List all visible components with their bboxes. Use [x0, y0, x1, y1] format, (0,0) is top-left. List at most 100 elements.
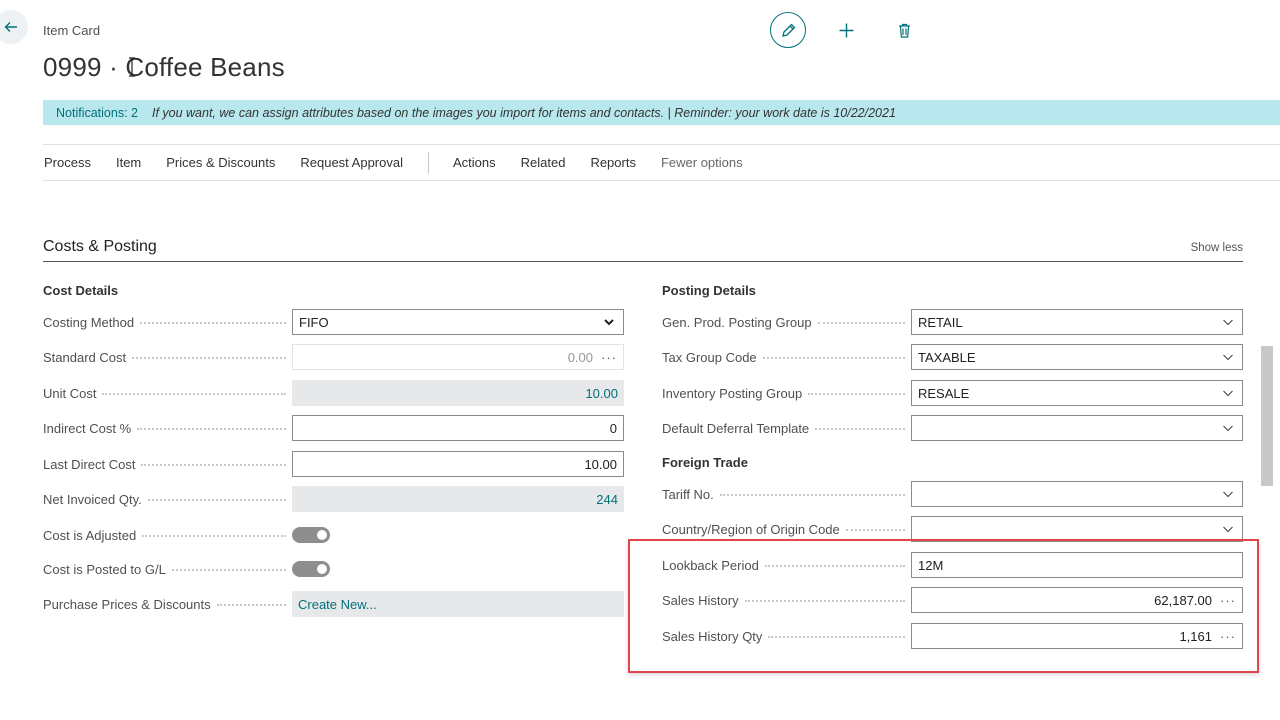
field-standard-cost: Standard Cost 0.00 ···	[43, 344, 624, 370]
page-caption: Item Card	[43, 23, 101, 38]
chevron-down-icon	[1223, 526, 1233, 533]
field-value: TAXABLE	[918, 349, 976, 365]
default-deferral-template-select[interactable]	[911, 415, 1243, 441]
delete-button[interactable]	[886, 12, 922, 48]
gen-prod-posting-group-select[interactable]: RETAIL	[911, 309, 1243, 335]
notification-count-link[interactable]: Notifications: 2	[43, 106, 152, 120]
field-label: Cost is Posted to G/L	[43, 561, 172, 577]
back-button[interactable]	[0, 10, 28, 44]
country-origin-select[interactable]	[911, 516, 1243, 542]
arrow-left-icon	[4, 22, 17, 32]
action-fewer-options[interactable]: Fewer options	[661, 155, 743, 170]
text-cursor-icon	[129, 57, 135, 77]
action-related[interactable]: Related	[521, 155, 566, 170]
field-value: 1,161	[1179, 628, 1212, 644]
field-indirect-cost: Indirect Cost % 0	[43, 415, 624, 441]
field-value: RESALE	[918, 385, 970, 401]
field-value: 0	[609, 420, 617, 436]
field-cost-is-adjusted: Cost is Adjusted	[43, 522, 330, 548]
action-actions[interactable]: Actions	[453, 155, 496, 170]
field-tariff-no: Tariff No.	[662, 481, 1243, 507]
field-label: Cost is Adjusted	[43, 527, 143, 543]
field-value: 12M	[918, 557, 944, 573]
field-purchase-prices: Purchase Prices & Discounts Create New..…	[43, 591, 624, 617]
tariff-no-select[interactable]	[911, 481, 1243, 507]
field-label: Tax Group Code	[662, 349, 763, 365]
field-value: 62,187.00	[1154, 592, 1212, 608]
action-process[interactable]: Process	[44, 155, 91, 170]
action-bar: Process Item Prices & Discounts Request …	[43, 144, 1280, 181]
chevron-down-icon	[1223, 354, 1233, 361]
last-direct-cost-input[interactable]: 10.00	[292, 451, 624, 477]
plus-icon	[839, 23, 853, 37]
field-label: Sales History Qty	[662, 628, 769, 644]
pencil-icon	[781, 23, 795, 37]
field-costing-method: Costing Method FIFO	[43, 309, 624, 335]
field-gen-prod-posting-group: Gen. Prod. Posting Group RETAIL	[662, 309, 1243, 335]
field-label: Default Deferral Template	[662, 420, 816, 436]
action-item[interactable]: Item	[116, 155, 141, 170]
sales-history-qty-input[interactable]: 1,161 ···	[911, 623, 1243, 649]
field-label: Tariff No.	[662, 486, 720, 502]
group-title-posting-details: Posting Details	[662, 283, 756, 298]
field-cost-posted-gl: Cost is Posted to G/L	[43, 556, 330, 582]
action-request-approval[interactable]: Request Approval	[300, 155, 403, 170]
action-separator	[427, 151, 429, 174]
cost-is-adjusted-toggle[interactable]	[292, 527, 330, 543]
field-label: Unit Cost	[43, 385, 103, 401]
purchase-prices-field: Create New...	[292, 591, 624, 617]
field-last-direct-cost: Last Direct Cost 10.00	[43, 451, 624, 477]
costing-method-select[interactable]: FIFO	[292, 309, 624, 335]
new-button[interactable]	[828, 12, 864, 48]
sales-history-input[interactable]: 62,187.00 ···	[911, 587, 1243, 613]
field-value[interactable]: 244	[596, 492, 618, 507]
unit-cost-value: 10.00	[292, 380, 624, 406]
inventory-posting-group-select[interactable]: RESALE	[911, 380, 1243, 406]
field-label: Country/Region of Origin Code	[662, 521, 846, 537]
net-invoiced-qty-value: 244	[292, 486, 624, 512]
chevron-down-icon	[1223, 390, 1233, 397]
action-prices-discounts[interactable]: Prices & Discounts	[166, 155, 275, 170]
notification-bar: Notifications: 2 If you want, we can ass…	[43, 100, 1280, 125]
field-label: Indirect Cost %	[43, 420, 138, 436]
field-label: Lookback Period	[662, 557, 765, 573]
group-title-cost-details: Cost Details	[43, 283, 119, 298]
field-inventory-posting-group: Inventory Posting Group RESALE	[662, 380, 1243, 406]
group-title-foreign-trade: Foreign Trade	[662, 455, 748, 470]
action-reports[interactable]: Reports	[590, 155, 636, 170]
show-less-link[interactable]: Show less	[1191, 242, 1243, 254]
ellipsis-icon[interactable]: ···	[1220, 629, 1236, 644]
field-net-invoiced-qty: Net Invoiced Qty. 244	[43, 486, 624, 512]
field-label: Costing Method	[43, 314, 141, 330]
trash-icon	[898, 23, 910, 38]
field-unit-cost: Unit Cost 10.00	[43, 380, 624, 406]
notification-text: If you want, we can assign attributes ba…	[151, 105, 896, 120]
field-label: Inventory Posting Group	[662, 385, 809, 401]
chevron-down-icon	[604, 319, 614, 326]
field-label: Last Direct Cost	[43, 456, 142, 472]
lookback-period-input[interactable]: 12M	[911, 552, 1243, 578]
tax-group-code-select[interactable]: TAXABLE	[911, 344, 1243, 370]
scrollbar-thumb[interactable]	[1261, 346, 1273, 486]
field-value[interactable]: 10.00	[585, 386, 618, 401]
standard-cost-input[interactable]: 0.00 ···	[292, 344, 624, 370]
section-title: Costs & Posting	[43, 238, 157, 255]
chevron-down-icon	[1223, 491, 1233, 498]
indirect-cost-input[interactable]: 0	[292, 415, 624, 441]
field-sales-history-qty: Sales History Qty 1,161 ···	[662, 623, 1243, 649]
chevron-down-icon	[1223, 425, 1233, 432]
field-value: 0.00	[567, 349, 593, 365]
field-value: RETAIL	[918, 314, 963, 330]
header-actions	[770, 12, 922, 48]
create-new-link[interactable]: Create New...	[298, 597, 377, 612]
ellipsis-icon[interactable]: ···	[601, 350, 617, 365]
field-value: 10.00	[584, 456, 617, 472]
edit-button[interactable]	[770, 12, 806, 48]
field-lookback-period: Lookback Period 12M	[662, 552, 1243, 578]
page-title: 0999 · Coffee Beans	[43, 52, 285, 82]
ellipsis-icon[interactable]: ···	[1220, 593, 1236, 608]
cost-posted-gl-toggle[interactable]	[292, 561, 330, 577]
field-label: Net Invoiced Qty.	[43, 491, 148, 507]
field-label: Standard Cost	[43, 349, 133, 365]
field-tax-group-code: Tax Group Code TAXABLE	[662, 344, 1243, 370]
